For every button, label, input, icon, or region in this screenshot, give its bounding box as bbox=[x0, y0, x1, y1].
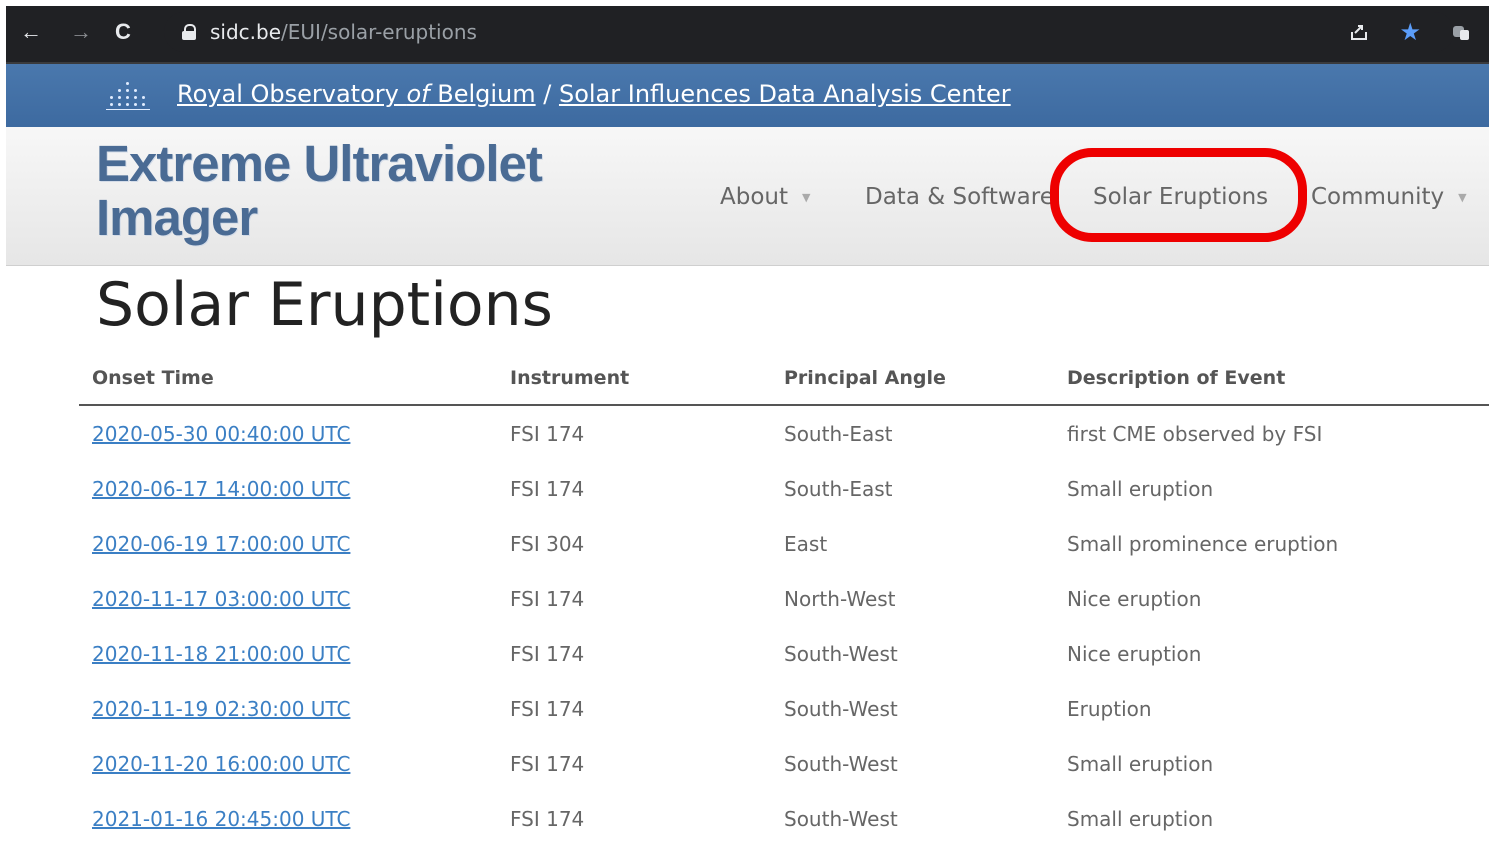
onset-time-cell: 2021-01-16 20:45:00 UTC bbox=[79, 791, 497, 846]
back-arrow-icon[interactable]: ← bbox=[20, 6, 42, 58]
description-cell: first CME observed by FSI bbox=[1067, 421, 1323, 446]
onset-time-link[interactable]: 2020-11-17 03:00:00 UTC bbox=[92, 587, 350, 611]
banner-separator: / bbox=[535, 80, 559, 108]
column-header-onset-time: Onset Time bbox=[79, 351, 497, 406]
url-host: sidc.be bbox=[210, 20, 282, 44]
onset-time-cell: 2020-11-18 21:00:00 UTC bbox=[79, 626, 497, 681]
column-header-principal-angle: Principal Angle bbox=[771, 351, 1054, 406]
browser-toolbar: ← → C sidc.be/EUI/solar-eruptions ★ bbox=[6, 6, 1489, 64]
principal-angle-cell: South-West bbox=[784, 696, 898, 721]
extension-icon[interactable] bbox=[1451, 22, 1471, 42]
instrument-cell: FSI 174 bbox=[510, 696, 585, 721]
principal-angle-cell: East bbox=[784, 531, 828, 556]
bookmark-star-icon[interactable]: ★ bbox=[1399, 18, 1421, 47]
onset-time-cell: 2020-06-17 14:00:00 UTC bbox=[79, 461, 497, 516]
column-header-instrument: Instrument bbox=[497, 351, 771, 406]
instrument-cell: FSI 174 bbox=[510, 641, 585, 666]
description-cell: Small eruption bbox=[1067, 751, 1214, 776]
table-header-row: Onset Time Instrument Principal Angle De… bbox=[79, 351, 1489, 406]
table-row: 2020-11-18 21:00:00 UTC FSI 174 South-West… bbox=[79, 626, 1489, 681]
page-title: Solar Eruptions bbox=[96, 270, 553, 340]
onset-time-link[interactable]: 2020-06-17 14:00:00 UTC bbox=[92, 477, 350, 501]
onset-time-link[interactable]: 2020-05-30 00:40:00 UTC bbox=[92, 422, 350, 446]
site-title[interactable]: Extreme Ultraviolet Imager bbox=[96, 137, 556, 245]
lock-icon[interactable] bbox=[182, 24, 196, 40]
principal-angle-cell: South-East bbox=[784, 421, 893, 446]
description-cell: Small eruption bbox=[1067, 806, 1214, 831]
table-row: 2020-11-17 03:00:00 UTC FSI 174 North-West… bbox=[79, 571, 1489, 626]
description-cell: Small prominence eruption bbox=[1067, 531, 1339, 556]
menu-community[interactable]: Community ▼ bbox=[1311, 182, 1467, 212]
address-bar[interactable]: sidc.be/EUI/solar-eruptions bbox=[164, 12, 1454, 52]
menu-about[interactable]: About ▼ bbox=[720, 182, 810, 212]
principal-angle-cell: South-West bbox=[784, 641, 898, 666]
onset-time-cell: 2020-11-20 16:00:00 UTC bbox=[79, 736, 497, 791]
rob-logo-icon[interactable] bbox=[106, 82, 150, 112]
instrument-cell: FSI 304 bbox=[510, 531, 585, 556]
principal-angle-cell: North-West bbox=[784, 586, 896, 611]
table-row: 2020-06-19 17:00:00 UTC FSI 304 East Small … bbox=[79, 516, 1489, 571]
column-header-description: Description of Event bbox=[1054, 351, 1489, 406]
share-icon[interactable] bbox=[1349, 22, 1369, 42]
table-row: 2020-05-30 00:40:00 UTC FSI 174 South-East… bbox=[79, 405, 1489, 461]
site-header: Extreme Ultraviolet Imager About ▼ Data &… bbox=[6, 127, 1489, 266]
royal-observatory-link[interactable]: Royal Observatory of Belgium bbox=[177, 80, 536, 108]
description-cell: Eruption bbox=[1067, 696, 1152, 721]
onset-time-link[interactable]: 2020-06-19 17:00:00 UTC bbox=[92, 532, 350, 556]
description-cell: Small eruption bbox=[1067, 476, 1214, 501]
onset-time-link[interactable]: 2020-11-20 16:00:00 UTC bbox=[92, 752, 350, 776]
rob-banner: Royal Observatory of Belgium / Solar Inf… bbox=[6, 64, 1489, 127]
dropdown-caret-icon: ▼ bbox=[802, 190, 811, 204]
red-highlight-circle bbox=[1050, 148, 1307, 242]
forward-arrow-icon[interactable]: → bbox=[70, 6, 92, 58]
table-row: 2020-06-17 14:00:00 UTC FSI 174 South-East… bbox=[79, 461, 1489, 516]
dropdown-caret-icon: ▼ bbox=[1458, 190, 1467, 204]
description-cell: Nice eruption bbox=[1067, 641, 1202, 666]
onset-time-link[interactable]: 2020-11-18 21:00:00 UTC bbox=[92, 642, 350, 666]
menu-data-software[interactable]: Data & Software bbox=[865, 182, 1054, 212]
instrument-cell: FSI 174 bbox=[510, 586, 585, 611]
onset-time-cell: 2020-11-19 02:30:00 UTC bbox=[79, 681, 497, 736]
instrument-cell: FSI 174 bbox=[510, 751, 585, 776]
principal-angle-cell: South-East bbox=[784, 476, 893, 501]
onset-time-cell: 2020-06-19 17:00:00 UTC bbox=[79, 516, 497, 571]
principal-angle-cell: South-West bbox=[784, 806, 898, 831]
onset-time-cell: 2020-11-17 03:00:00 UTC bbox=[79, 571, 497, 626]
url-text[interactable]: sidc.be/EUI/solar-eruptions bbox=[210, 20, 477, 44]
instrument-cell: FSI 174 bbox=[510, 476, 585, 501]
instrument-cell: FSI 174 bbox=[510, 806, 585, 831]
onset-time-cell: 2020-05-30 00:40:00 UTC bbox=[79, 405, 497, 461]
instrument-cell: FSI 174 bbox=[510, 421, 585, 446]
sidc-link[interactable]: Solar Influences Data Analysis Center bbox=[559, 80, 1011, 108]
eruptions-table: Onset Time Instrument Principal Angle De… bbox=[79, 351, 1489, 846]
table-row: 2020-11-20 16:00:00 UTC FSI 174 South-West… bbox=[79, 736, 1489, 791]
url-path: /EUI/solar-eruptions bbox=[281, 20, 477, 44]
table-row: 2021-01-16 20:45:00 UTC FSI 174 South-West… bbox=[79, 791, 1489, 846]
onset-time-link[interactable]: 2021-01-16 20:45:00 UTC bbox=[92, 807, 350, 831]
principal-angle-cell: South-West bbox=[784, 751, 898, 776]
reload-icon[interactable]: C bbox=[115, 6, 131, 58]
description-cell: Nice eruption bbox=[1067, 586, 1202, 611]
table-row: 2020-11-19 02:30:00 UTC FSI 174 South-West… bbox=[79, 681, 1489, 736]
onset-time-link[interactable]: 2020-11-19 02:30:00 UTC bbox=[92, 697, 350, 721]
